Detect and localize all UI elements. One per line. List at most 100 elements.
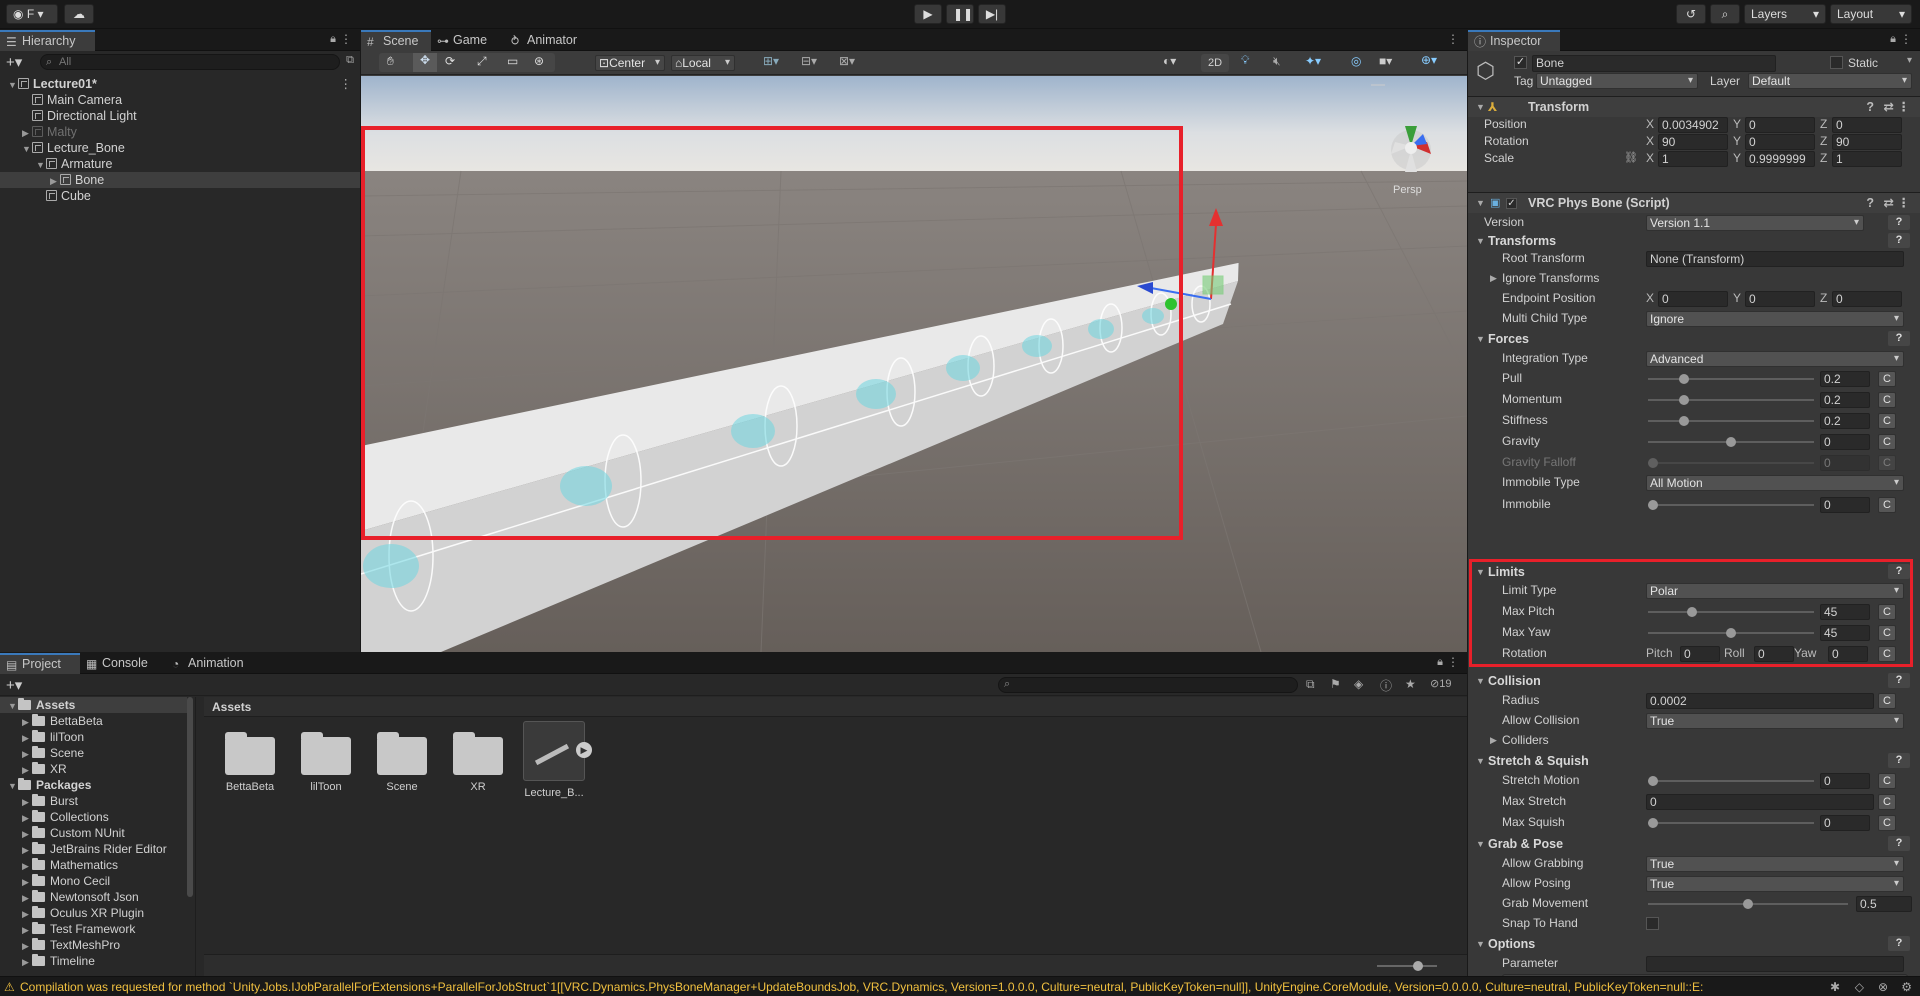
project-tree-item[interactable]: ▶ XR [0, 761, 187, 777]
add-icon[interactable]: +▾ [6, 676, 22, 694]
project-tree-item[interactable]: ▶ Newtonsoft Json [0, 889, 187, 905]
grab-movement-value-field[interactable]: 0.5 [1856, 896, 1912, 912]
gravity-falloff-slider[interactable] [1648, 458, 1814, 468]
expand-arrow-icon[interactable]: ▶ [1490, 732, 1497, 749]
max-stretch-field[interactable]: 0 [1646, 794, 1874, 810]
tab-hierarchy[interactable]: ☰ Hierarchy [0, 30, 95, 51]
hierarchy-item[interactable]: Directional Light [0, 108, 360, 124]
project-tree-item[interactable]: ▶ JetBrains Rider Editor [0, 841, 187, 857]
tab-animation[interactable]: ◔ Animation [166, 653, 266, 674]
mode-2d-button[interactable]: 2D [1201, 54, 1229, 72]
grab-pose-section[interactable]: ▼ Grab & Pose? [1468, 835, 1920, 853]
lock-icon[interactable]: 🔒︎ [330, 33, 336, 46]
hidden-objects-icon[interactable]: ◎ [1351, 54, 1361, 68]
project-tree-item[interactable]: ▼ Packages [0, 777, 187, 793]
max-squish-value-field[interactable]: 0 [1820, 815, 1870, 831]
hierarchy-item[interactable]: Main Camera [0, 92, 360, 108]
tab-project[interactable]: ▤ Project [0, 653, 80, 674]
shading-mode-icon[interactable]: ◐▾ [1163, 54, 1176, 68]
vector-y-field[interactable]: 0 [1745, 117, 1815, 133]
expand-arrow-icon[interactable]: ▼ [22, 141, 32, 157]
momentum-curve-button[interactable]: C [1878, 392, 1896, 408]
search-button[interactable]: ⌕ [1710, 4, 1740, 24]
expand-arrow-icon[interactable]: ▶ [22, 954, 32, 970]
hidden-count[interactable]: ⊘19 [1430, 677, 1451, 690]
project-tree-item[interactable]: ▶ Oculus XR Plugin [0, 905, 187, 921]
tab-animator[interactable]: ⥁ Animator [505, 30, 595, 51]
project-tree-item[interactable]: ▶ Timeline [0, 953, 187, 969]
scene-viewport[interactable]: Persp [361, 76, 1467, 652]
transforms-section[interactable]: ▼ Transforms? [1468, 232, 1920, 250]
project-tree-item[interactable]: ▶ Burst [0, 793, 187, 809]
project-tree-item[interactable]: ▶ Mathematics [0, 857, 187, 873]
help-button[interactable]: ? [1888, 331, 1910, 346]
stretch-motion-slider-knob[interactable] [1648, 776, 1658, 786]
radius-curve-button[interactable]: C [1878, 693, 1896, 709]
project-tree-item[interactable]: ▶ lilToon [0, 729, 187, 745]
vector-y-field[interactable]: 0 [1745, 134, 1815, 150]
parameter-field[interactable] [1646, 956, 1904, 972]
pivot-dropdown[interactable]: ⊡Center [595, 55, 665, 71]
tree-scrollbar[interactable] [187, 697, 193, 897]
momentum-slider[interactable] [1648, 395, 1814, 405]
camera-icon[interactable]: ■▾ [1379, 54, 1392, 68]
bake-icon[interactable]: ◇ [1855, 977, 1864, 996]
momentum-slider-knob[interactable] [1679, 395, 1690, 405]
gravity-falloff-slider-knob[interactable] [1648, 458, 1658, 468]
tag-icon[interactable]: ◈ [1354, 677, 1363, 691]
stiffness-slider-knob[interactable] [1679, 416, 1690, 426]
tab-scene[interactable]: # Scene [361, 30, 431, 51]
expand-arrow-icon[interactable]: ▶ [22, 714, 32, 730]
gravity-falloff-value-field[interactable]: 0 [1820, 455, 1870, 471]
immobile-value-field[interactable]: 0 [1820, 497, 1870, 513]
context-menu-icon[interactable]: ⋮ [1898, 97, 1911, 118]
integration-type-dropdown[interactable]: Advanced [1646, 351, 1904, 367]
rotate-tool-icon[interactable]: ⟳ [445, 54, 455, 68]
immobile-type-dropdown[interactable]: All Motion [1646, 475, 1904, 491]
expand-arrow-icon[interactable]: ▶ [22, 826, 32, 842]
hierarchy-search-input[interactable]: ⌕ All [40, 54, 340, 70]
space-dropdown[interactable]: ⌂Local [671, 55, 735, 71]
asset-item[interactable]: ▶ Lecture_B... [522, 719, 592, 799]
project-tree-item[interactable]: ▶ Mono Cecil [0, 873, 187, 889]
max-squish-slider-knob[interactable] [1648, 818, 1658, 828]
preset-icon[interactable]: ⇄ [1884, 97, 1894, 118]
lock-icon[interactable]: 🔒︎ [1437, 656, 1443, 669]
more-icon[interactable]: ⋮ [1447, 655, 1459, 669]
layout-dropdown[interactable]: Layout ▾ [1830, 4, 1912, 24]
tab-inspector[interactable]: ⓘ Inspector [1468, 30, 1560, 51]
add-icon[interactable]: +▾ [6, 53, 22, 71]
transform-tool-icon[interactable]: ⊛ [534, 54, 544, 68]
persp-label[interactable]: Persp [1393, 184, 1422, 196]
step-button[interactable]: ▶| [978, 4, 1006, 24]
expand-arrow-icon[interactable]: ▶ [22, 810, 32, 826]
immobile-slider[interactable] [1648, 500, 1814, 510]
endpoint-y-field[interactable]: 0 [1745, 291, 1815, 307]
play-button[interactable]: ▶ [914, 4, 942, 24]
layers-dropdown[interactable]: Layers ▾ [1744, 4, 1826, 24]
momentum-value-field[interactable]: 0.2 [1820, 392, 1870, 408]
layer-dropdown[interactable]: Default [1748, 73, 1912, 89]
tab-console[interactable]: ▦ Console [80, 653, 166, 674]
vector-z-field[interactable]: 90 [1832, 134, 1902, 150]
search-by-label-icon[interactable]: ⚑ [1330, 677, 1341, 691]
account-dropdown[interactable]: ◉ F ▾ [6, 4, 58, 24]
status-bar[interactable]: ⚠ Compilation was requested for method `… [0, 976, 1920, 996]
object-name-field[interactable]: Bone [1532, 55, 1776, 72]
pull-slider-knob[interactable] [1679, 374, 1690, 384]
max-squish-curve-button[interactable]: C [1878, 815, 1896, 831]
expand-arrow-icon[interactable]: ▶ [22, 842, 32, 858]
hierarchy-item[interactable]: Cube [0, 188, 360, 204]
more-icon[interactable]: ⋮ [1447, 32, 1459, 46]
hierarchy-item[interactable]: ▶ Malty [0, 124, 360, 140]
active-checkbox[interactable]: ✓ [1514, 56, 1527, 69]
vector-z-field[interactable]: 0 [1832, 117, 1902, 133]
more-icon[interactable]: ⋮ [340, 76, 353, 92]
transform-header[interactable]: ▼ ⅄ Transform ? ⇄ ⋮ [1468, 96, 1920, 117]
grab-movement-slider[interactable] [1648, 899, 1848, 909]
expand-arrow-icon[interactable]: ▶ [22, 938, 32, 954]
version-dropdown[interactable]: Version 1.1 [1646, 215, 1864, 231]
vector-x-field[interactable]: 0.0034902 [1658, 117, 1728, 133]
settings-icon[interactable]: ⚙ [1901, 977, 1912, 996]
immobile-curve-button[interactable]: C [1878, 497, 1896, 513]
